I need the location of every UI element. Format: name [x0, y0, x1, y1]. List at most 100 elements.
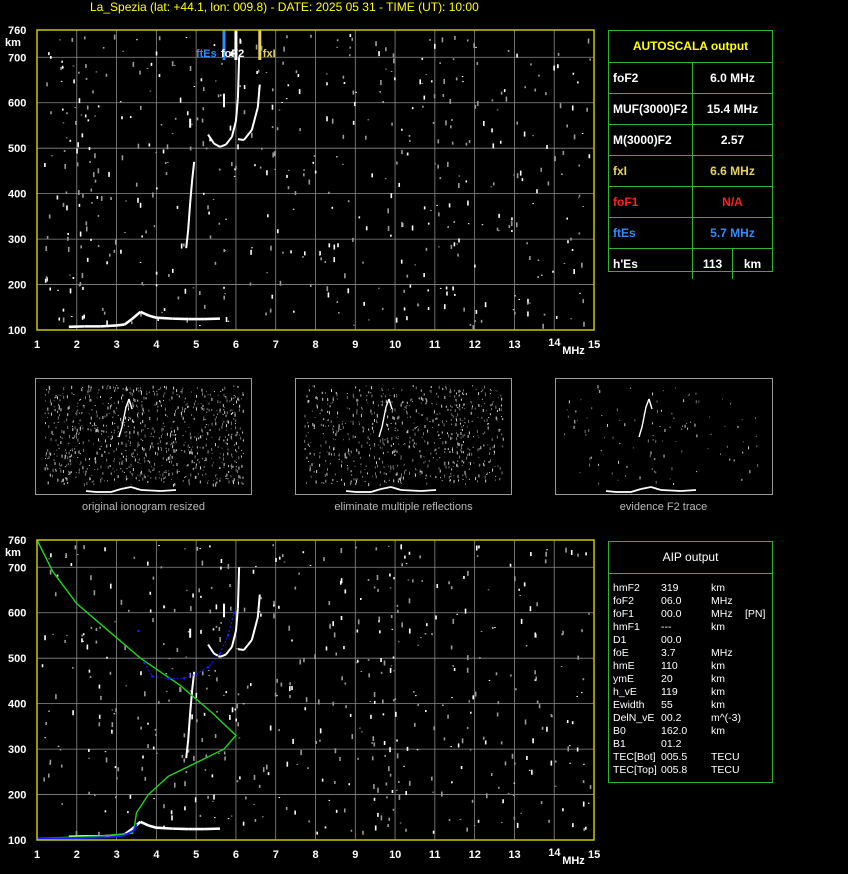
thumb-noise — [483, 444, 484, 446]
noise-dot — [72, 710, 74, 715]
thumb-noise — [56, 450, 57, 451]
y-unit-label: km — [5, 547, 21, 559]
noise-dot — [345, 683, 347, 685]
noise-dot — [302, 256, 304, 257]
thumb-noise — [755, 417, 756, 419]
top-ionogram-svg: ftEsfoF2fxI760700600500400300200100km123… — [0, 20, 600, 360]
thumb-noise — [308, 444, 309, 446]
thumb-noise — [322, 398, 323, 401]
thumb-noise — [175, 410, 176, 413]
noise-dot — [171, 815, 173, 820]
thumb-noise — [206, 432, 207, 433]
thumb-noise — [235, 449, 236, 451]
noise-dot — [156, 753, 158, 754]
x-tick-label: 15 — [588, 849, 600, 861]
noise-dot — [98, 168, 100, 173]
thumb-noise — [470, 401, 471, 402]
thumb-noise — [90, 422, 91, 424]
noise-dot — [513, 794, 515, 796]
noise-dot — [185, 657, 187, 658]
thumb-noise — [90, 429, 91, 430]
thumb-noise — [77, 406, 78, 407]
noise-dot — [101, 196, 103, 201]
thumb-noise — [72, 392, 73, 394]
caption-original: original ionogram resized — [35, 501, 252, 513]
noise-dot — [555, 786, 557, 787]
thumb-noise — [372, 427, 373, 430]
noise-dot — [315, 741, 317, 744]
thumb-noise — [138, 442, 139, 445]
thumb-noise — [215, 422, 216, 425]
thumb-noise — [121, 453, 122, 455]
thumb-noise — [46, 455, 47, 457]
noise-dot — [61, 81, 63, 82]
noise-dot — [451, 245, 453, 249]
thumb-noise — [696, 471, 697, 472]
noise-dot — [63, 317, 65, 322]
thumb-noise — [327, 420, 328, 421]
noise-dot — [384, 660, 386, 665]
thumb-noise — [482, 399, 483, 400]
thumb-noise — [351, 480, 352, 482]
thumb-noise — [187, 464, 188, 466]
thumb-noise — [63, 431, 64, 434]
thumb-noise — [317, 397, 318, 400]
noise-dot — [219, 627, 221, 631]
noise-dot — [220, 622, 222, 624]
noise-dot — [140, 314, 142, 317]
thumb-noise — [191, 414, 192, 415]
thumb-noise — [212, 453, 213, 454]
aip-row: Ewidth55km — [613, 699, 769, 712]
thumb-noise — [367, 442, 368, 444]
noise-dot — [340, 581, 342, 585]
noise-dot — [303, 173, 305, 176]
noise-dot — [458, 743, 460, 747]
thumb-noise — [69, 456, 70, 458]
noise-dot — [395, 712, 397, 717]
thumb-noise — [598, 389, 599, 390]
noise-dot — [432, 792, 434, 793]
noise-dot — [274, 169, 276, 170]
thumb-noise — [98, 389, 99, 391]
noise-dot — [465, 609, 467, 614]
thumb-noise — [484, 460, 485, 462]
noise-dot — [400, 544, 402, 549]
autoscala-value: 6.6 MHz — [693, 156, 772, 186]
thumb-noise — [124, 422, 125, 423]
thumb-noise — [374, 456, 375, 459]
thumb-noise — [359, 389, 360, 391]
thumb-noise — [399, 416, 400, 419]
noise-dot — [188, 631, 190, 632]
noise-dot — [95, 180, 97, 183]
noise-dot — [231, 162, 233, 166]
thumb-noise — [380, 484, 381, 486]
x-trace-segment — [252, 617, 258, 640]
thumb-noise — [450, 405, 451, 407]
noise-dot — [272, 126, 274, 128]
thumb-noise — [156, 391, 157, 392]
noise-dot — [70, 140, 72, 142]
thumb-noise — [205, 419, 206, 420]
thumb-noise — [146, 391, 147, 392]
noise-dot — [373, 784, 375, 789]
noise-dot — [140, 262, 142, 263]
thumb-noise — [462, 460, 463, 462]
thumb-noise — [79, 443, 80, 444]
thumb-noise — [133, 421, 134, 423]
thumb-noise — [198, 403, 199, 404]
aip-flag — [745, 686, 769, 699]
thumb-noise — [309, 389, 310, 391]
noise-dot — [212, 774, 214, 777]
thumb-noise — [471, 402, 472, 403]
thumb-noise — [76, 411, 77, 414]
noise-dot — [307, 768, 309, 769]
noise-dot — [266, 765, 268, 770]
noise-dot — [468, 223, 470, 224]
noise-dot — [569, 745, 571, 746]
noise-dot — [514, 783, 516, 784]
noise-dot — [583, 322, 585, 327]
x-tick-label: 5 — [193, 339, 199, 351]
thumb-noise — [82, 387, 83, 388]
thumb-noise — [136, 477, 137, 479]
thumb-trace — [371, 489, 381, 492]
